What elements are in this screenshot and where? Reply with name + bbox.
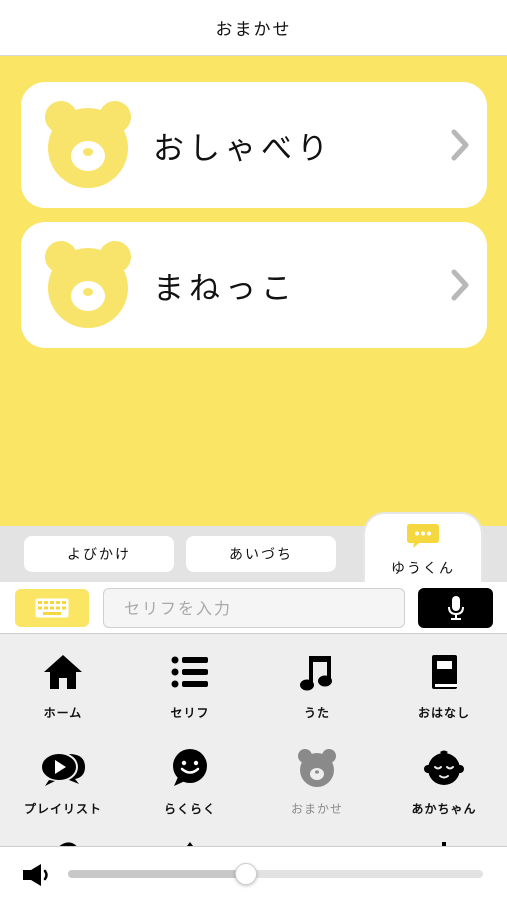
grid-item-serifu[interactable]: セリフ (127, 634, 253, 724)
baby-icon (424, 750, 464, 785)
grid-item-label: あかちゃん (411, 802, 477, 816)
grid-item-label: おはなし (417, 706, 470, 720)
volume-slider-fill (68, 870, 247, 878)
keyboard-icon (35, 598, 69, 618)
tab-aizuchi[interactable]: あいづち (186, 536, 336, 572)
grid-item-uta[interactable]: うた (254, 634, 380, 724)
menu-item-oshaberi[interactable]: おしゃべり (21, 82, 487, 208)
grid-item-partial[interactable] (381, 830, 507, 846)
microphone-icon (447, 596, 464, 620)
partial-icon (59, 842, 77, 846)
tab-yobikake[interactable]: よびかけ (24, 536, 174, 572)
grid-item-label: セリフ (170, 706, 210, 720)
line-input[interactable] (103, 588, 405, 628)
grid-item-rakuraku[interactable]: らくらく (127, 730, 253, 820)
keyboard-button[interactable] (15, 589, 89, 627)
function-grid: ホーム セリフ うた おはなし プレイリスト らくらく おまかせ あかちゃん (0, 634, 507, 846)
menu-item-label: おしゃべり (153, 130, 333, 167)
bear-icon (298, 749, 336, 787)
bear-icon (45, 241, 131, 328)
book-icon (432, 655, 457, 689)
grid-item-partial[interactable] (254, 830, 380, 846)
grid-item-akachan[interactable]: あかちゃん (381, 730, 507, 820)
grid-item-label: プレイリスト (23, 802, 102, 816)
microphone-button[interactable] (418, 588, 493, 628)
chevron-right-icon (451, 129, 469, 161)
grid-item-label: らくらく (163, 802, 216, 816)
volume-slider-thumb[interactable] (235, 863, 258, 885)
tab-label: ゆうくん (391, 561, 455, 577)
grid-item-partial[interactable] (0, 830, 126, 846)
grid-item-label: おまかせ (290, 802, 343, 816)
music-note-icon (300, 656, 332, 691)
volume-bar (0, 846, 507, 900)
home-icon (44, 655, 82, 689)
tab-yuukun[interactable]: ゆうくん (363, 512, 483, 582)
tab-label: あいづち (229, 547, 293, 563)
app-header: おまかせ (0, 0, 507, 56)
tab-label: よびかけ (67, 547, 131, 563)
menu-item-manekko[interactable]: まねっこ (21, 222, 487, 348)
menu-area: おしゃべり まねっこ (0, 56, 507, 528)
menu-item-label: まねっこ (153, 270, 297, 307)
grid-item-label: うた (303, 706, 330, 720)
chat-bubble-icon (407, 524, 439, 548)
partial-icon (187, 842, 193, 846)
chevron-right-icon (451, 269, 469, 301)
grid-item-playlist[interactable]: プレイリスト (0, 730, 126, 820)
grid-item-home[interactable]: ホーム (0, 634, 126, 724)
bear-icon (45, 101, 131, 188)
partial-icon (442, 842, 446, 846)
playlist-icon (40, 752, 85, 786)
smiley-bubble-icon (173, 749, 207, 786)
grid-item-omakase[interactable]: おまかせ (254, 730, 380, 820)
grid-item-label: ホーム (43, 706, 83, 720)
grid-item-partial[interactable] (127, 830, 253, 846)
volume-slider[interactable] (68, 863, 483, 885)
page-title: おまかせ (215, 20, 292, 40)
list-icon (171, 656, 208, 688)
grid-item-ohanashi[interactable]: おはなし (381, 634, 507, 724)
input-bar (0, 582, 507, 634)
speaker-icon[interactable] (22, 863, 54, 887)
partial-icon (297, 836, 337, 846)
